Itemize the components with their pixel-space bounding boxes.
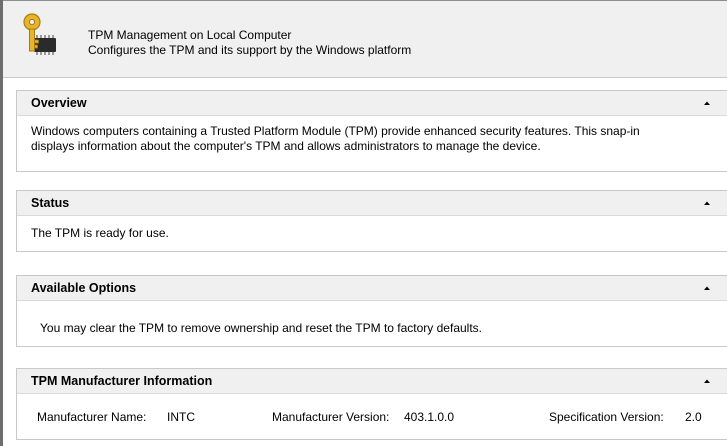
collapse-up-icon[interactable] — [699, 195, 715, 211]
specification-version-value: 2.0 — [685, 410, 702, 424]
collapse-up-icon[interactable] — [699, 280, 715, 296]
manufacturer-info-section: TPM Manufacturer Information Manufacture… — [16, 368, 727, 440]
available-options-title: Available Options — [31, 281, 137, 295]
header-title: TPM Management on Local Computer — [88, 28, 292, 42]
manufacturer-version-value: 403.1.0.0 — [404, 410, 455, 424]
available-options-section: Available Options You may clear the TPM … — [16, 275, 727, 347]
overview-text-line-1: Windows computers containing a Trusted P… — [31, 124, 640, 138]
overview-section: Overview Windows computers containing a … — [16, 90, 727, 172]
header-subtitle: Configures the TPM and its support by th… — [88, 43, 412, 57]
collapse-up-icon[interactable] — [699, 373, 715, 389]
header-banner: TPM Management on Local Computer Configu… — [3, 1, 727, 78]
manufacturer-info-header[interactable]: TPM Manufacturer Information — [17, 369, 727, 394]
status-title: Status — [31, 196, 70, 210]
status-text: The TPM is ready for use. — [31, 226, 169, 240]
manufacturer-name-label: Manufacturer Name: — [37, 410, 147, 424]
tpm-key-chip-icon — [20, 12, 66, 58]
overview-title: Overview — [31, 96, 87, 110]
overview-text-line-2: displays information about the computer'… — [31, 139, 541, 153]
main-content[interactable]: Overview Windows computers containing a … — [3, 78, 727, 446]
overview-header[interactable]: Overview — [17, 91, 727, 116]
manufacturer-version-label: Manufacturer Version: — [272, 410, 390, 424]
collapse-up-icon[interactable] — [699, 95, 715, 111]
status-header[interactable]: Status — [17, 191, 727, 216]
clear-tpm-option-text: You may clear the TPM to remove ownershi… — [40, 321, 482, 335]
manufacturer-name-value: INTC — [167, 410, 195, 424]
manufacturer-info-title: TPM Manufacturer Information — [31, 374, 213, 388]
status-section: Status The TPM is ready for use. — [16, 190, 727, 252]
specification-version-label: Specification Version: — [549, 410, 664, 424]
available-options-header[interactable]: Available Options — [17, 276, 727, 301]
